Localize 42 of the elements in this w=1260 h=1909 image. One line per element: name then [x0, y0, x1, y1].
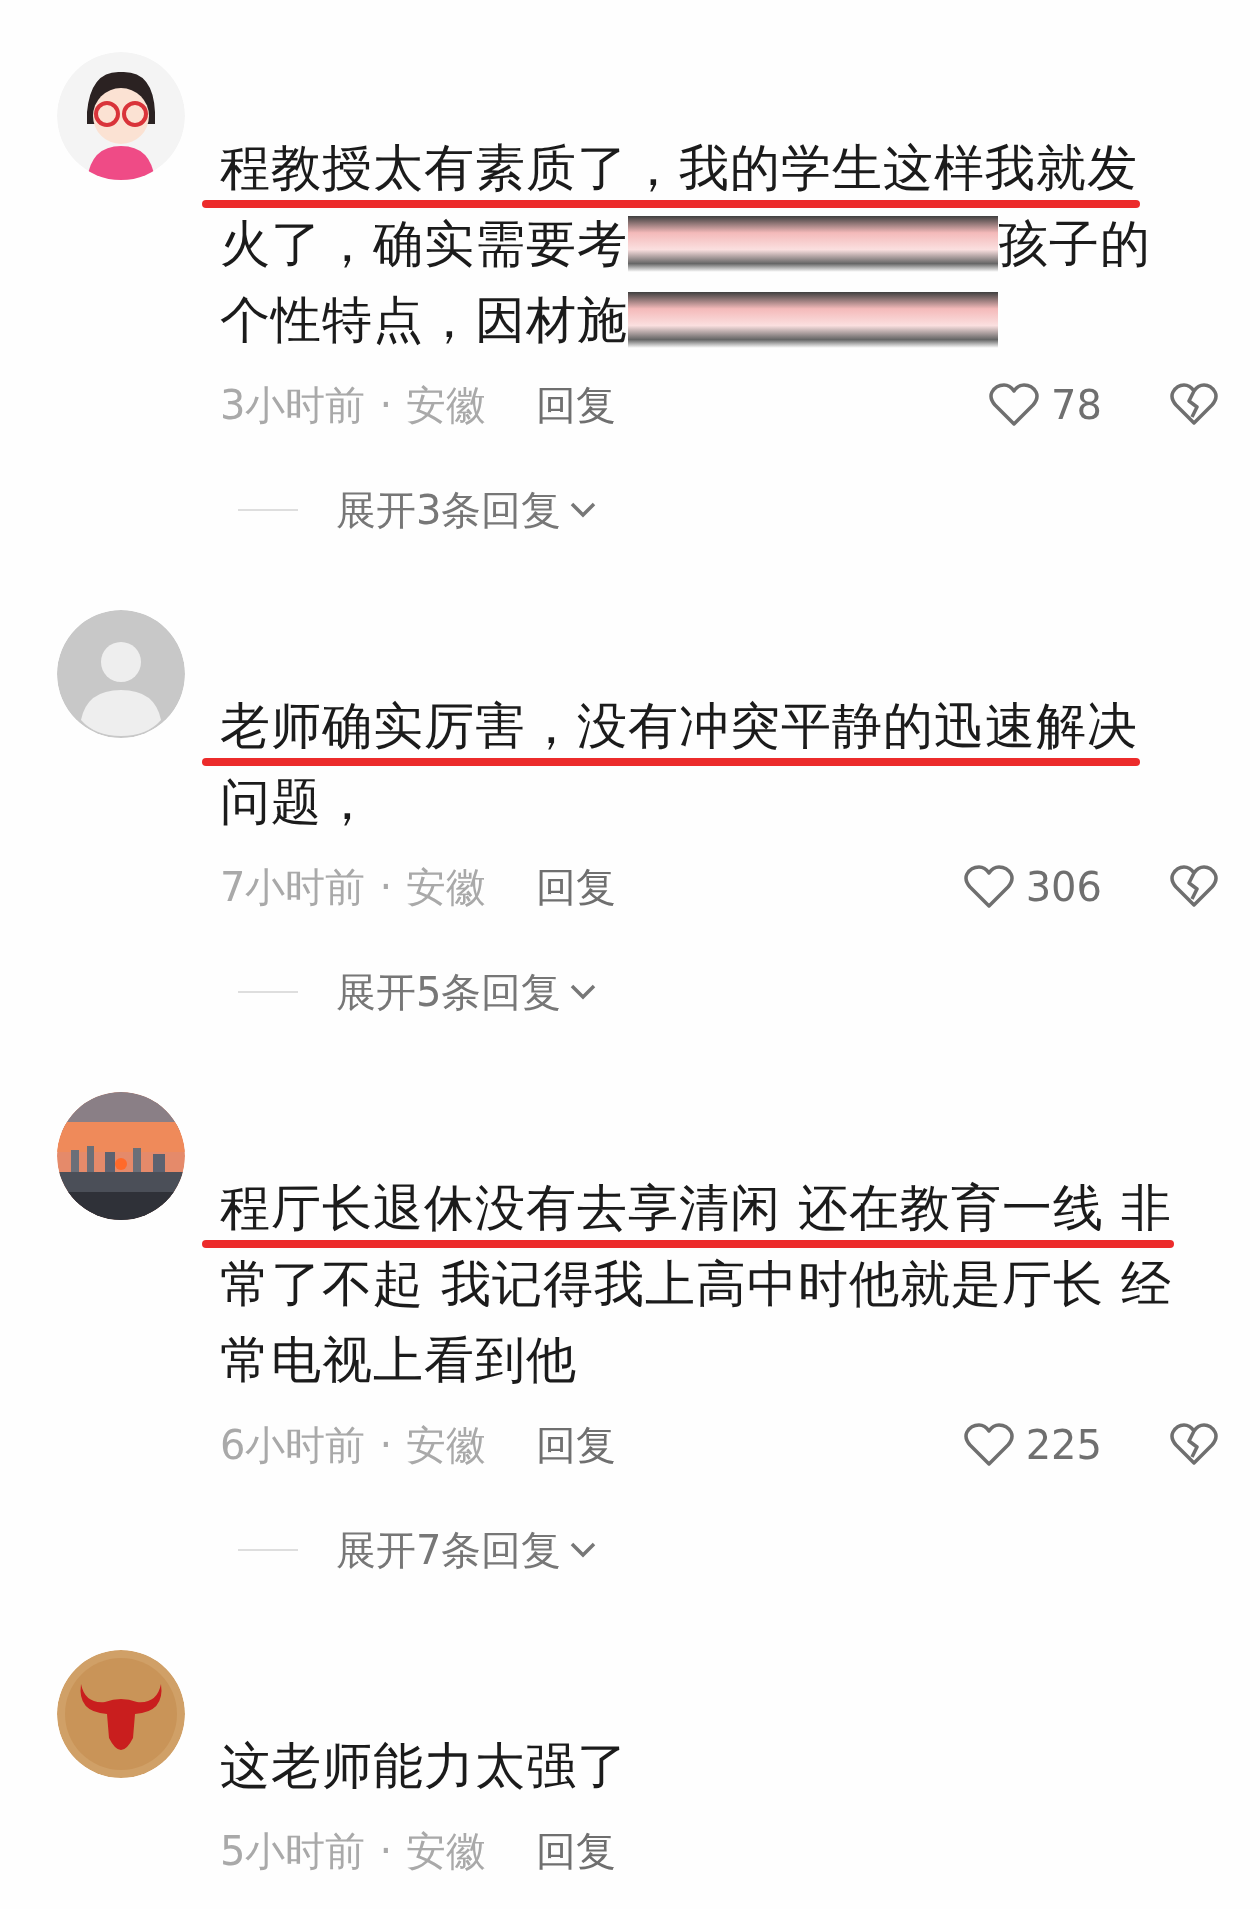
expand-replies-button[interactable]: 展开7条回复	[336, 1522, 598, 1578]
separator-dot: ·	[379, 864, 393, 910]
comment-text: 程教授太有素质了，我的学生这样我就发	[220, 140, 1138, 196]
comment-text: 常电视上看到他	[220, 1332, 577, 1388]
chevron-down-icon	[569, 501, 598, 519]
like-count: 306	[1025, 864, 1102, 910]
chevron-down-icon	[569, 1541, 598, 1559]
expand-replies-button[interactable]: 展开3条回复	[336, 482, 598, 538]
comment-location: 安徽	[406, 862, 487, 912]
comment-text: 程厅长退休没有去享清闲 还在教育一线 非	[220, 1180, 1172, 1236]
chevron-down-icon	[569, 983, 598, 1001]
heart-icon[interactable]	[963, 1422, 1014, 1468]
comment-time: 5小时前	[220, 1826, 366, 1876]
comment-location: 安徽	[406, 1826, 487, 1876]
avatar[interactable]	[57, 52, 185, 180]
comment-time: 3小时前	[220, 380, 366, 430]
separator-dot: ·	[379, 1422, 393, 1468]
comment-location: 安徽	[406, 380, 487, 430]
comment-text: 孩子的	[998, 216, 1151, 272]
heart-icon[interactable]	[989, 382, 1040, 428]
comment-text: 老师确实厉害，没有冲突平静的迅速解决	[220, 698, 1138, 754]
comment-time: 7小时前	[220, 862, 366, 912]
comment-time: 6小时前	[220, 1420, 366, 1470]
broken-heart-icon[interactable]	[1170, 383, 1218, 427]
comment-text: 个性特点，因材施	[220, 292, 628, 348]
comment-text: 火了，确实需要考	[220, 216, 628, 272]
broken-heart-icon[interactable]	[1170, 865, 1218, 909]
like-count: 225	[1025, 1422, 1102, 1468]
separator-dot: ·	[379, 382, 393, 428]
comment-location: 安徽	[406, 1420, 487, 1470]
comment-text: 常了不起 我记得我上高中时他就是厅长 经	[220, 1256, 1172, 1312]
like-count: 78	[1051, 382, 1102, 428]
reply-button[interactable]: 回复	[536, 859, 617, 915]
reply-button[interactable]: 回复	[536, 1417, 617, 1473]
separator-dot: ·	[379, 1828, 393, 1874]
broken-heart-icon[interactable]	[1170, 1423, 1218, 1467]
expand-replies-button[interactable]: 展开5条回复	[336, 964, 598, 1020]
heart-icon[interactable]	[963, 864, 1014, 910]
comment-text: 这老师能力太强了	[220, 1738, 628, 1794]
comment-text: 问题，	[220, 774, 373, 830]
reply-button[interactable]: 回复	[536, 377, 617, 433]
reply-button[interactable]: 回复	[536, 1823, 617, 1879]
